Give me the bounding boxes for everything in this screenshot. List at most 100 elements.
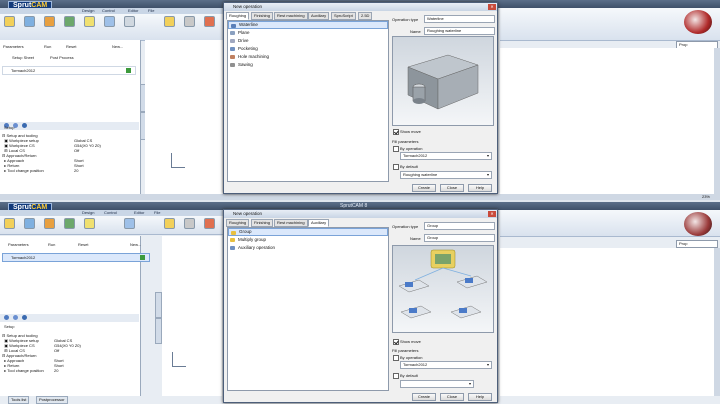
- home-icon[interactable]: [4, 218, 15, 229]
- viewport-right[interactable]: [500, 248, 716, 396]
- close-button[interactable]: Close: [440, 393, 464, 401]
- create-button[interactable]: Create: [412, 393, 436, 401]
- chevron-down-icon: ▾: [468, 381, 471, 386]
- reset-button[interactable]: Reset: [78, 242, 88, 247]
- cs-icon[interactable]: [104, 16, 115, 27]
- tab-auxiliary[interactable]: Auxiliary: [308, 12, 330, 20]
- tool-icon[interactable]: [44, 218, 55, 229]
- tab-finishing[interactable]: Finishing: [251, 12, 274, 20]
- view-icon[interactable]: [184, 218, 195, 229]
- side-tab[interactable]: [155, 318, 162, 344]
- name-field[interactable]: Group: [424, 234, 495, 242]
- tab-roughing[interactable]: Roughing: [226, 12, 250, 20]
- list-item[interactable]: Pocketing: [228, 45, 388, 53]
- ribbon: [0, 14, 224, 41]
- by-operation-checkbox[interactable]: [393, 146, 399, 152]
- list-item[interactable]: Hole machining: [228, 53, 388, 61]
- tab-postprocessor[interactable]: Postprocessor: [36, 396, 68, 404]
- tool-icon[interactable]: [44, 16, 55, 27]
- cs-icon[interactable]: [22, 315, 27, 320]
- operation-list: Waterline Plane Drive Pocketing Hole mac…: [227, 20, 389, 182]
- dialog-title: New operation: [233, 4, 263, 9]
- list-item[interactable]: Sawing: [228, 61, 388, 69]
- create-button[interactable]: Create: [412, 184, 436, 192]
- by-operation-checkbox[interactable]: [393, 355, 399, 361]
- vertical-scrollbar[interactable]: [714, 48, 720, 194]
- new-operation-button[interactable]: New...: [112, 44, 123, 49]
- chevron-down-icon: ▾: [486, 362, 489, 367]
- list-item[interactable]: Multiply group: [228, 236, 388, 244]
- tool-icon[interactable]: [4, 315, 9, 320]
- vertical-scrollbar[interactable]: [714, 248, 720, 396]
- by-operation-select[interactable]: Tormach2012 ▾: [400, 361, 492, 369]
- stock-icon[interactable]: [204, 218, 215, 229]
- view-icon[interactable]: [184, 16, 195, 27]
- stock-icon[interactable]: [204, 16, 215, 27]
- parameters-button[interactable]: Parameters: [8, 242, 29, 247]
- tab-2-5d[interactable]: 2.5D: [358, 12, 373, 20]
- show-move-checkbox[interactable]: [393, 129, 399, 135]
- viewport-left[interactable]: [145, 40, 225, 194]
- operation-list-item[interactable]: Tormach2012: [2, 66, 136, 75]
- by-default-select[interactable]: Roughing waterline ▾: [400, 171, 492, 179]
- operations-panel: Parameters Run Reset New... Tormach2012 …: [0, 236, 150, 396]
- list-item[interactable]: Group: [228, 228, 388, 236]
- help-button[interactable]: Help: [468, 393, 492, 401]
- operation-preview: [392, 36, 494, 126]
- close-icon[interactable]: ✕: [488, 4, 496, 10]
- setup-sheet-button[interactable]: Setup Sheet: [12, 55, 34, 60]
- by-default-checkbox[interactable]: [393, 164, 399, 170]
- dialog-titlebar: New operation ✕: [224, 3, 497, 11]
- list-item[interactable]: Drive: [228, 37, 388, 45]
- fixture-icon[interactable]: [84, 16, 95, 27]
- by-operation-select[interactable]: Tormach2012 ▾: [400, 152, 492, 160]
- run-button[interactable]: Run: [44, 44, 51, 49]
- machine-icon[interactable]: [64, 218, 75, 229]
- close-icon[interactable]: ✕: [488, 211, 496, 217]
- zoom-level: 23%: [701, 194, 710, 199]
- rotate-icon[interactable]: [164, 218, 175, 229]
- home-icon[interactable]: [4, 16, 15, 27]
- list-item[interactable]: Auxiliary operation: [228, 244, 388, 252]
- top-screen: SprutCAM Design Control Editor File Para…: [0, 0, 720, 200]
- list-item[interactable]: Waterline: [228, 21, 388, 29]
- cs-icon[interactable]: [22, 123, 27, 128]
- part-icon[interactable]: [24, 218, 35, 229]
- by-default-checkbox[interactable]: [393, 373, 399, 379]
- tab-auxiliary[interactable]: Auxiliary: [308, 219, 330, 227]
- parameters-button[interactable]: Parameters: [3, 44, 24, 49]
- close-button[interactable]: Close: [440, 184, 464, 192]
- part-icon[interactable]: [24, 16, 35, 27]
- post-process-button[interactable]: Post Process: [50, 55, 74, 60]
- filter-icon[interactable]: [124, 16, 135, 27]
- tree-row[interactable]: ▸ Tool change position 20: [2, 368, 136, 373]
- chevron-down-icon: ▾: [486, 153, 489, 158]
- machine-icon[interactable]: [64, 16, 75, 27]
- show-move-checkbox[interactable]: [393, 339, 399, 345]
- new-operation-button[interactable]: New...: [130, 242, 141, 247]
- tab-rest-machining[interactable]: Rest machining: [274, 219, 308, 227]
- tab-tools-list[interactable]: Tools list: [8, 396, 30, 404]
- viewport-left[interactable]: [162, 236, 222, 396]
- tree-row[interactable]: ▸ Tool change position 20: [2, 168, 136, 173]
- setup-icon[interactable]: [13, 315, 18, 320]
- help-button[interactable]: Help: [468, 184, 492, 192]
- tab-roughing[interactable]: Roughing: [226, 219, 250, 227]
- cs-icon[interactable]: [124, 218, 135, 229]
- project-label: Tormach2012: [11, 68, 36, 73]
- operation-list-item[interactable]: Tormach2012: [2, 253, 150, 262]
- tab-rest-machining[interactable]: Rest machining: [274, 12, 308, 20]
- tab-finishing[interactable]: Finishing: [251, 219, 274, 227]
- tab-spruscript[interactable]: SpruScript: [331, 12, 356, 20]
- view-dropdown[interactable]: Prop: [676, 240, 718, 248]
- side-tab[interactable]: [155, 292, 162, 318]
- reset-button[interactable]: Reset: [66, 44, 76, 49]
- name-field[interactable]: Roughing waterline: [424, 27, 495, 35]
- setup-section-title: Setup: [4, 125, 15, 130]
- fixture-icon[interactable]: [84, 218, 95, 229]
- rotate-icon[interactable]: [164, 16, 175, 27]
- list-item[interactable]: Plane: [228, 29, 388, 37]
- viewport-right[interactable]: [500, 48, 716, 194]
- by-default-select[interactable]: ▾: [400, 380, 474, 388]
- run-button[interactable]: Run: [48, 242, 55, 247]
